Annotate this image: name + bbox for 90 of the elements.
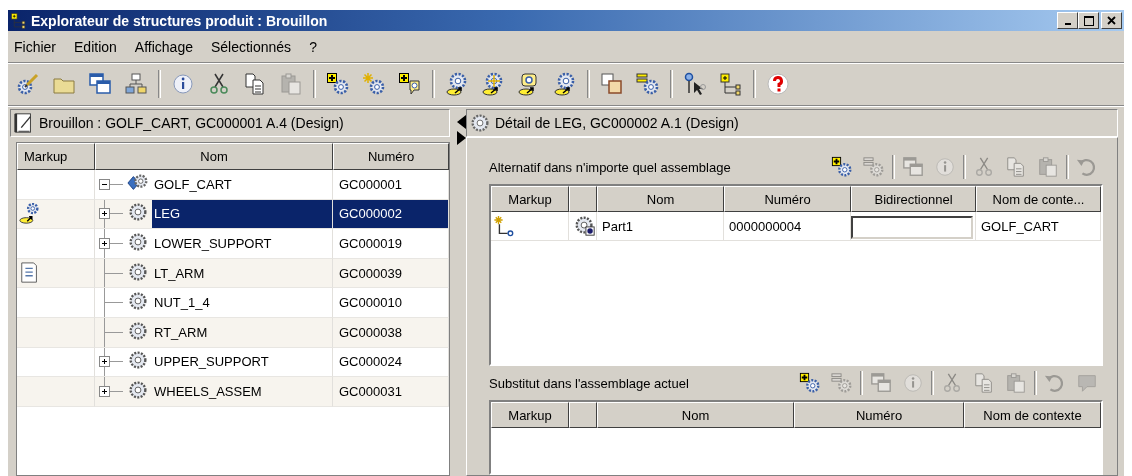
- table-cell: GC000038: [333, 317, 449, 348]
- panel-title: Détail de LEG, GC000002 A.1 (Design): [495, 115, 739, 131]
- column-header[interactable]: Markup: [17, 143, 95, 170]
- table-cell: GC000010: [333, 288, 449, 318]
- table-row[interactable]: WHEELS_ASSEM GC000031: [17, 377, 449, 407]
- gear-add-icon[interactable]: [799, 372, 821, 394]
- pin-cursor-icon[interactable]: [683, 72, 707, 96]
- gear-pencil-icon[interactable]: [16, 72, 40, 96]
- expand-toggle-icon[interactable]: [99, 385, 110, 397]
- arrow-left-icon[interactable]: [456, 115, 466, 129]
- boxes-icon[interactable]: [600, 72, 624, 96]
- gear-icon: [574, 215, 596, 237]
- windows-icon[interactable]: [88, 72, 112, 96]
- gear-icon: [469, 112, 491, 134]
- gear-link-icon[interactable]: [553, 72, 577, 96]
- gear-icon: [127, 378, 149, 401]
- column-header[interactable]: [569, 186, 597, 212]
- table-row[interactable]: RT_ARM GC000038: [17, 317, 449, 348]
- tree-item[interactable]: LT_ARM: [152, 258, 332, 288]
- section-title: Alternatif dans n'importe quel assemblage: [489, 159, 732, 175]
- gear-icon: [127, 260, 149, 283]
- maximize-button[interactable]: [1078, 12, 1099, 29]
- info-icon[interactable]: [171, 72, 195, 96]
- gear-star-icon[interactable]: [362, 72, 386, 96]
- expand-toggle-icon[interactable]: [99, 356, 110, 368]
- gear-balloon-icon[interactable]: [398, 72, 422, 96]
- table-cell: GC000001: [333, 170, 449, 200]
- table-cell: GC000019: [333, 229, 449, 259]
- tree-item[interactable]: GOLF_CART: [152, 170, 332, 199]
- tree-item[interactable]: UPPER_SUPPORT: [152, 347, 332, 377]
- column-header[interactable]: Markup: [491, 186, 569, 212]
- menu-item[interactable]: Fichier: [14, 38, 56, 55]
- column-header[interactable]: Nom: [95, 143, 333, 170]
- section-title: Substitut dans l'assemblage actuel: [489, 375, 690, 391]
- copy-icon[interactable]: [243, 72, 267, 96]
- column-header[interactable]: Bidirectionnel: [851, 186, 976, 212]
- hierarchy-icon[interactable]: [124, 72, 148, 96]
- table-cell: GC000002: [333, 199, 449, 230]
- column-header[interactable]: Numéro: [794, 402, 964, 428]
- window-title: Explorateur de structures produit : Brouillon: [31, 12, 329, 29]
- collapse-toggle-icon[interactable]: [99, 178, 110, 190]
- star-link-icon: [493, 215, 515, 237]
- table-row[interactable]: GOLF_CART GC000001: [17, 170, 449, 200]
- column-header[interactable]: Nom: [597, 402, 794, 428]
- table-row[interactable]: LT_ARM GC000039: [17, 258, 449, 289]
- menu-item[interactable]: Affichage: [134, 38, 193, 55]
- column-header[interactable]: Markup: [491, 402, 569, 428]
- gear-star-link-icon[interactable]: [481, 72, 505, 96]
- tree-icon: [10, 12, 27, 29]
- column-header[interactable]: [569, 402, 597, 428]
- gear-link-icon[interactable]: [445, 72, 469, 96]
- maximize-icon: [1083, 15, 1094, 26]
- menu-item[interactable]: Sélectionnés: [210, 38, 292, 55]
- table-cell: Part1: [597, 212, 724, 241]
- table-cell: GC000039: [333, 258, 449, 289]
- minimize-button[interactable]: [1057, 12, 1078, 29]
- gear-link-icon: [19, 202, 41, 225]
- table-row[interactable]: LEG GC000002: [17, 199, 449, 230]
- expand-toggle-icon[interactable]: [99, 238, 110, 249]
- column-header[interactable]: Nom de contexte: [964, 402, 1101, 428]
- column-header[interactable]: Nom: [597, 186, 724, 212]
- tree-item[interactable]: NUT_1_4: [152, 288, 332, 317]
- help-icon[interactable]: [766, 72, 790, 96]
- close-icon: [1107, 16, 1116, 25]
- gear-add-icon[interactable]: [326, 72, 350, 96]
- panel-title: Brouillon : GOLF_CART, GC000001 A.4 (Design): [39, 115, 344, 131]
- menu-item[interactable]: ?: [309, 38, 317, 55]
- tree-item[interactable]: LEG: [152, 199, 332, 229]
- gear-add-icon[interactable]: [831, 156, 853, 178]
- menu-item[interactable]: Edition: [74, 38, 117, 55]
- table-cell: GC000031: [333, 377, 449, 407]
- gear-list-icon[interactable]: [636, 72, 660, 96]
- input-field[interactable]: [851, 215, 973, 239]
- scissors-icon[interactable]: [207, 72, 231, 96]
- gear-icon: [127, 231, 149, 253]
- tree-item[interactable]: RT_ARM: [152, 317, 332, 347]
- tree-icon[interactable]: [719, 72, 743, 96]
- column-header[interactable]: Nom de conte...: [976, 186, 1101, 212]
- column-header[interactable]: Numéro: [724, 186, 851, 212]
- tree-item[interactable]: WHEELS_ASSEM: [152, 377, 332, 406]
- arrow-right-icon[interactable]: [456, 131, 466, 145]
- table-row[interactable]: NUT_1_4 GC000010: [17, 288, 449, 318]
- minimize-icon: [1064, 22, 1071, 25]
- table-cell: GOLF_CART: [976, 212, 1101, 241]
- tree-item[interactable]: LOWER_SUPPORT: [152, 229, 332, 258]
- column-header[interactable]: Numéro: [333, 143, 449, 170]
- expand-toggle-icon[interactable]: [99, 208, 110, 220]
- gear-icon: [127, 319, 149, 342]
- close-button[interactable]: [1101, 12, 1122, 29]
- table-row[interactable]: LOWER_SUPPORT GC000019: [17, 229, 449, 259]
